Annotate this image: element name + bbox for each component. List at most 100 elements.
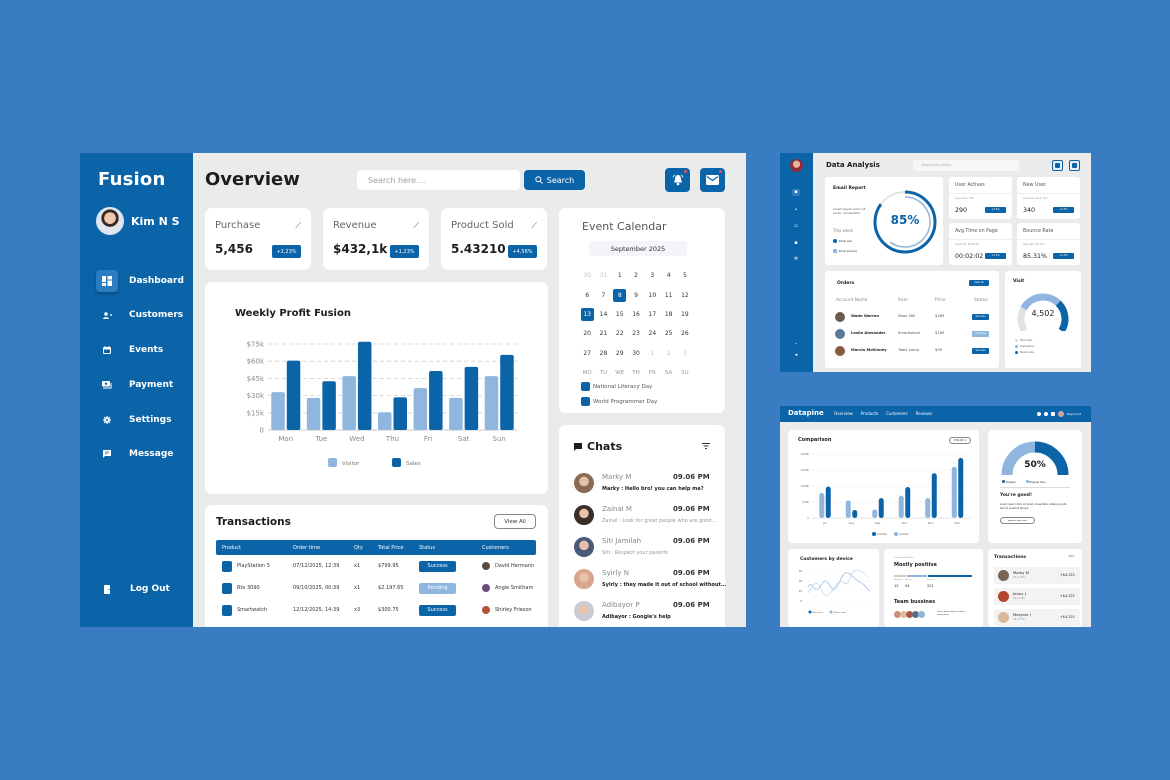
- bar-visitor-tue[interactable]: [306, 397, 321, 430]
- calendar-day[interactable]: 1: [612, 266, 628, 285]
- calendar-day[interactable]: 30: [579, 266, 595, 285]
- calendar-day[interactable]: 12: [677, 285, 693, 304]
- user-profile[interactable]: Kim N S: [96, 207, 180, 235]
- chat-item[interactable]: Marky M 09.06 PM Marky : Hello bro! you ca…: [574, 470, 724, 502]
- bar-this-year-aug[interactable]: [852, 510, 858, 518]
- calendar-day[interactable]: 13: [579, 305, 595, 324]
- calendar-day[interactable]: 10: [644, 285, 660, 304]
- table-row[interactable]: PlayStation 5 07/12/2025, 12:39 x1 $799.95 S…: [216, 555, 536, 577]
- stat-card[interactable]: User Actives Avg.users: 320 290 +2.3%: [949, 177, 1012, 219]
- calendar-month-selector[interactable]: September 2025: [589, 241, 687, 256]
- table-row[interactable]: Marvin McKinney Table Lamp $99 Success: [835, 346, 995, 356]
- bar-last-year-aug[interactable]: [845, 500, 851, 518]
- sidebar-item-dashboard[interactable]: Dashboard: [96, 269, 191, 292]
- sidebar-item-message[interactable]: Message: [96, 443, 191, 466]
- bar-visitor-fri[interactable]: [413, 388, 428, 430]
- bar-sales-sun[interactable]: [500, 354, 514, 430]
- transaction-item[interactable]: Jenny J 06.21 PM +$4.321: [994, 588, 1080, 605]
- calendar-day[interactable]: 1: [644, 344, 660, 363]
- bar-visitor-wed[interactable]: [342, 376, 356, 430]
- sidebar-item-customers[interactable]: Customers: [96, 304, 191, 327]
- bar-last-year-dec[interactable]: [951, 466, 957, 518]
- nav-item-overview[interactable]: Overview: [834, 411, 853, 416]
- bar-sales-wed[interactable]: [357, 341, 372, 430]
- calendar-day[interactable]: 2: [628, 266, 644, 285]
- table-row[interactable]: Wade Warren Xbox 360 $489 Success: [835, 312, 995, 322]
- calendar-day[interactable]: 25: [660, 324, 676, 343]
- more-icon[interactable]: ···: [1068, 554, 1074, 560]
- transaction-item[interactable]: Marky M 06.21 PM +$4.321: [994, 567, 1080, 584]
- bar-sales-tue[interactable]: [322, 381, 336, 430]
- logout-button[interactable]: Log Out: [96, 578, 170, 600]
- bar-this-year-sep[interactable]: [878, 498, 884, 518]
- calendar-day[interactable]: 3: [677, 344, 693, 363]
- chat-item[interactable]: Zainal M 09.06 PM Zainal : Look for great …: [574, 502, 724, 534]
- search-input[interactable]: Search anything...: [913, 160, 1019, 171]
- chat-item[interactable]: Adibayor P 09.06 PM Adibayor : Google's he…: [574, 598, 724, 627]
- sidebar-item-payment[interactable]: Payment: [96, 373, 191, 396]
- bar-this-year-nov[interactable]: [931, 473, 937, 518]
- calendar-day[interactable]: 9: [628, 285, 644, 304]
- filter-icon[interactable]: [702, 442, 710, 452]
- stat-card-revenue[interactable]: Revenue ⟋ $432,1k +1,23%: [323, 208, 429, 270]
- mail-button[interactable]: [700, 168, 725, 192]
- bar-visitor-sun[interactable]: [484, 376, 499, 430]
- table-row[interactable]: Rtx 3090 09/10/2025, 00:39 x1 $2.197.65 Pend…: [216, 577, 536, 599]
- team-avatars[interactable]: [894, 611, 925, 618]
- search-button[interactable]: Search: [524, 170, 585, 190]
- users-icon[interactable]: •: [792, 207, 800, 214]
- bar-last-year-nov[interactable]: [925, 498, 931, 518]
- calendar-day[interactable]: 6: [579, 285, 595, 304]
- dashboard-icon[interactable]: ▪: [792, 189, 800, 196]
- bar-sales-fri[interactable]: [429, 370, 443, 430]
- calendar-day[interactable]: 7: [595, 285, 611, 304]
- bar-last-year-jul[interactable]: [819, 493, 825, 518]
- calendar-day[interactable]: 21: [595, 324, 611, 343]
- bar-sales-mon[interactable]: [286, 360, 301, 430]
- bar-sales-thu[interactable]: [393, 397, 408, 430]
- calendar-day[interactable]: 26: [677, 324, 693, 343]
- avatar[interactable]: [1057, 411, 1064, 417]
- table-row[interactable]: Smartwatch 12/12/2025, 14:39 x3 $300.75 Succ…: [216, 599, 536, 621]
- transaction-item[interactable]: Maryam I 06.21 PM +$4.321: [994, 609, 1080, 626]
- improve-button[interactable]: Improve your score: [1000, 517, 1035, 524]
- bar-visitor-sat[interactable]: [449, 397, 463, 430]
- calendar-event[interactable]: World Programmer Day: [581, 394, 657, 409]
- bar-this-year-jul[interactable]: [825, 486, 831, 518]
- search-input[interactable]: [357, 170, 520, 190]
- payment-icon[interactable]: ▪: [792, 240, 800, 247]
- bell-icon[interactable]: [1036, 412, 1041, 416]
- menu-icon[interactable]: –: [792, 341, 800, 348]
- bar-this-year-oct[interactable]: [905, 486, 911, 518]
- calendar-icon[interactable]: ▫: [792, 223, 800, 230]
- nav-item-products[interactable]: Products: [861, 411, 878, 416]
- gear-icon[interactable]: ✲: [792, 256, 800, 263]
- chat-item[interactable]: Siti Jamilah 09.06 PM Siti : Respect your …: [574, 534, 724, 566]
- notification-button[interactable]: [1052, 160, 1063, 171]
- calendar-day[interactable]: 5: [677, 266, 693, 285]
- calendar-day[interactable]: 2: [660, 344, 676, 363]
- calendar-day[interactable]: 16: [628, 305, 644, 324]
- calendar-day[interactable]: 3: [644, 266, 660, 285]
- calendar-event[interactable]: National Literacy Day: [581, 379, 657, 394]
- calendar-day[interactable]: 17: [644, 305, 660, 324]
- stat-card-product-sold[interactable]: Product Sold ⟋ 5.43210 +4,56%: [441, 208, 547, 270]
- stat-card[interactable]: Avg.Time on Page Avg.time: 00:03:05 00:02:…: [949, 223, 1012, 265]
- calendar-day[interactable]: 29: [612, 344, 628, 363]
- view-all-button[interactable]: View All: [494, 514, 536, 529]
- calendar-day[interactable]: 22: [612, 324, 628, 343]
- logout-icon[interactable]: ◂: [792, 352, 800, 359]
- calendar-day[interactable]: 8: [612, 285, 628, 304]
- calendar-day[interactable]: 31: [595, 266, 611, 285]
- calendar-day[interactable]: 14: [595, 305, 611, 324]
- stat-card-purchase[interactable]: Purchase ⟋ 5,456 +2,23%: [205, 208, 311, 270]
- calendar-day[interactable]: 15: [612, 305, 628, 324]
- bar-visitor-mon[interactable]: [271, 392, 285, 430]
- view-all-button[interactable]: View All: [969, 280, 989, 286]
- bar-last-year-sep[interactable]: [872, 509, 878, 518]
- calendar-day[interactable]: 18: [660, 305, 676, 324]
- bar-last-year-oct[interactable]: [898, 495, 904, 518]
- nav-item-customers[interactable]: Customers: [886, 411, 908, 416]
- calendar-day[interactable]: 30: [628, 344, 644, 363]
- sidebar-item-events[interactable]: Events: [96, 339, 191, 362]
